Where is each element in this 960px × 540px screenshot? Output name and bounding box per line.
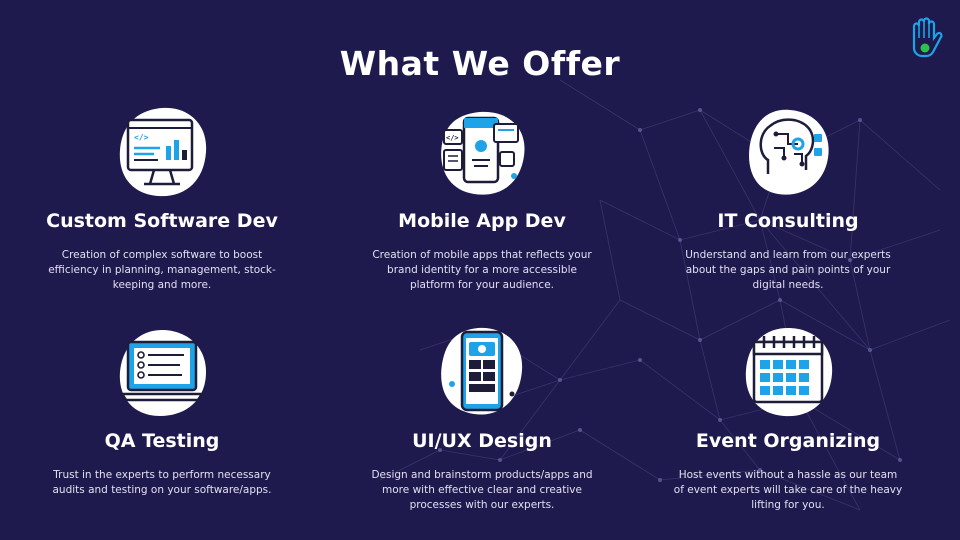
svg-text:</>: </> [134,133,149,142]
service-card-ui-ux: UI/UX Design Design and brainstorm produ… [352,324,612,513]
service-description: Creation of complex software to boost ef… [48,249,276,291]
page-title: What We Offer [339,44,621,83]
calendar-icon [740,324,836,420]
brain-circuit-icon [740,104,836,200]
checklist-laptop-icon [114,324,210,420]
service-description: Host events without a hassle as our team… [673,469,903,511]
mobile-app-icon: </> [434,104,530,200]
service-name: Event Organizing [695,430,881,452]
service-card-event-organizing: Event Organizing Host events without a h… [658,324,918,513]
phone-layout-icon [434,324,530,420]
service-name: QA Testing [104,430,220,452]
service-card-custom-software: </> Custom Software Dev Creation of comp… [32,104,292,293]
service-card-qa-testing: QA Testing Trust in the experts to perfo… [32,324,292,498]
service-description: Understand and learn from our experts ab… [685,249,891,291]
service-description: Trust in the experts to perform necessar… [52,469,272,496]
service-name: Custom Software Dev [46,210,278,232]
code-monitor-icon: </> [114,104,210,200]
service-name: IT Consulting [717,210,859,232]
service-name: UI/UX Design [412,430,552,452]
svg-text:</>: </> [446,134,459,142]
service-card-mobile-app: </> Mobile App Dev Creation of mobile ap… [352,104,612,293]
service-name: Mobile App Dev [398,210,566,232]
service-description: Creation of mobile apps that reflects yo… [372,249,592,291]
service-description: Design and brainstorm products/apps and … [371,469,593,511]
service-card-it-consulting: IT Consulting Understand and learn from … [658,104,918,293]
